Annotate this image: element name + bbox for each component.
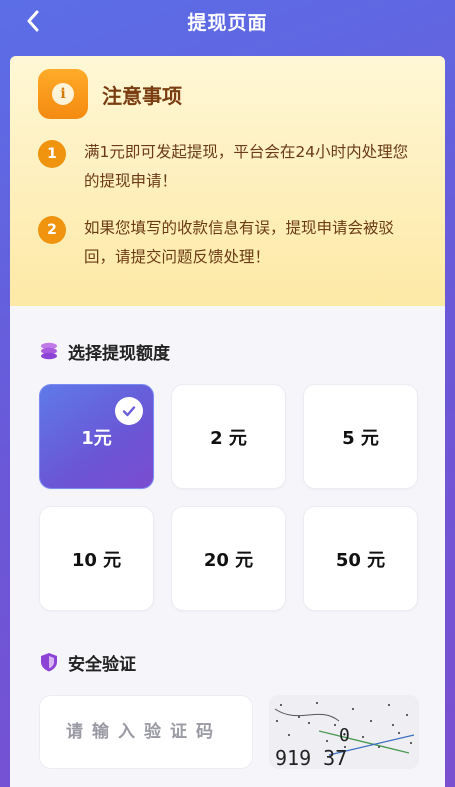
amount-section-header: 选择提现额度 [10,336,445,366]
verify-section-title: 安全验证 [68,654,136,675]
notice-text: 满1元即可发起提现，平台会在24小时内处理您的提现申请！ [84,143,409,190]
amount-option-1[interactable]: 1元 [39,384,154,489]
top-bar: 提现页面 [0,0,455,42]
coins-icon [41,342,57,360]
amount-label: 10 元 [71,549,122,571]
notice-title: 注意事项 [102,83,182,108]
amount-option-50[interactable]: 50 元 [303,506,418,611]
amount-label: 5 元 [342,427,379,449]
amount-label: 50 元 [335,549,386,571]
captcha-image[interactable]: 0 919 37 [269,695,419,769]
notice-panel: i 注意事项 1 满1元即可发起提现，平台会在24小时内处理您的提现申请！ 2 … [10,56,445,306]
notice-header: i 注意事项 [38,68,417,120]
verify-section-header: 安全验证 [10,647,445,677]
notice-text: 如果您填写的收款信息有误，提现申请会被驳回，请提交问题反馈处理！ [84,219,395,266]
amount-section-title: 选择提现额度 [68,343,170,364]
amount-option-2[interactable]: 2 元 [171,384,286,489]
amount-grid: 1元 2 元 5 元 10 元 20 元 50 元 [10,384,445,611]
back-arrow-icon[interactable] [18,6,48,36]
notice-item: 1 满1元即可发起提现，平台会在24小时内处理您的提现申请！ [38,138,417,196]
captcha-input[interactable] [39,695,253,769]
svg-text:0: 0 [339,725,350,746]
captcha-text: 919 37 [275,746,347,769]
main-card: i 注意事项 1 满1元即可发起提现，平台会在24小时内处理您的提现申请！ 2 … [10,56,445,787]
checkmark-icon [115,397,143,425]
amount-option-20[interactable]: 20 元 [171,506,286,611]
notice-number-badge: 2 [38,216,66,244]
verify-row: 0 919 37 [10,695,445,769]
shield-icon [41,653,57,672]
amount-option-5[interactable]: 5 元 [303,384,418,489]
page-title: 提现页面 [187,11,268,34]
notice-number-badge: 1 [38,140,66,168]
amount-label: 2 元 [210,427,247,449]
info-icon: i [38,69,88,119]
amount-label: 1元 [81,427,112,449]
amount-label: 20 元 [203,549,254,571]
notice-item: 2 如果您填写的收款信息有误，提现申请会被驳回，请提交问题反馈处理！ [38,214,417,272]
amount-option-10[interactable]: 10 元 [39,506,154,611]
